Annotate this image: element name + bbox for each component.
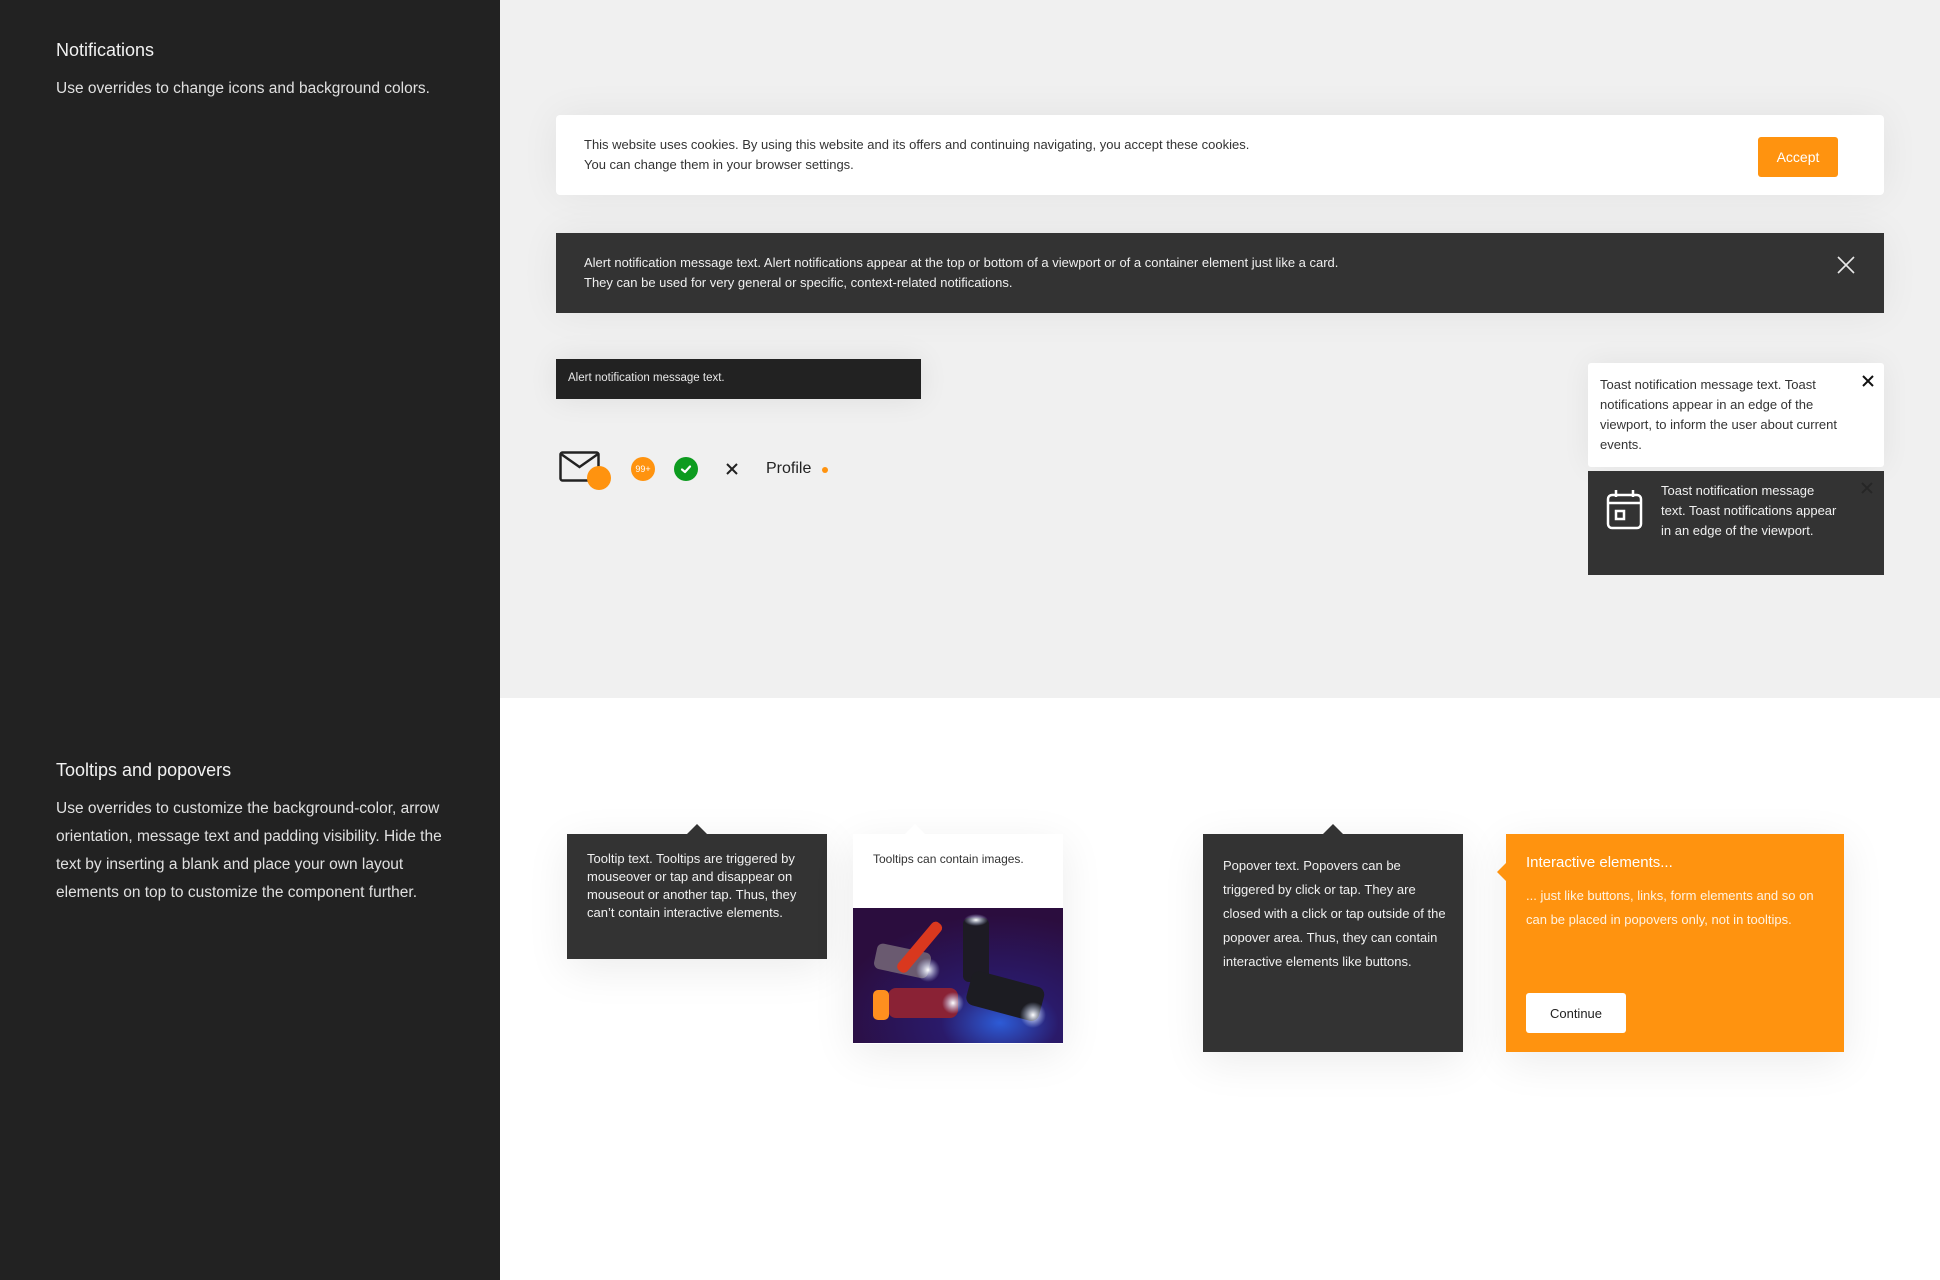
cookie-message: This website uses cookies. By using this…: [584, 135, 1249, 175]
alert-message-line: They can be used for very general or spe…: [584, 275, 1013, 290]
section-title: Notifications: [56, 40, 155, 60]
toast-message: Toast notification message text. Toast n…: [1661, 483, 1837, 538]
count-badge: 99+: [631, 457, 655, 481]
cookie-message-line: You can change them in your browser sett…: [584, 157, 854, 172]
notifications-section-info: Notifications Use overrides to change ic…: [56, 40, 456, 103]
bike-lights-image: [853, 908, 1063, 1043]
section-description: Use overrides to customize the backgroun…: [56, 800, 442, 901]
notification-dot: [587, 466, 611, 490]
popover-message: Popover text. Popovers can be triggered …: [1223, 858, 1446, 969]
popover-dark: Popover text. Popovers can be triggered …: [1203, 824, 1463, 1052]
alert-message-line: Alert notification message text. Alert n…: [584, 255, 1339, 270]
toast-dark: Toast notification message text. Toast n…: [1588, 471, 1884, 575]
tooltip-message: Tooltip text. Tooltips are triggered by …: [587, 851, 797, 920]
alert-message: Alert notification message text. Alert n…: [584, 253, 1338, 293]
popover-orange: Interactive elements... ... just like bu…: [1497, 834, 1844, 1052]
toast-light: Toast notification message text. Toast n…: [1588, 363, 1884, 467]
alert-small: Alert notification message text.: [556, 359, 921, 399]
cookie-banner: This website uses cookies. By using this…: [556, 115, 1884, 195]
profile-notification-dot: [822, 467, 828, 473]
toast-message: Toast notification message text. Toast n…: [1600, 377, 1838, 452]
close-icon[interactable]: [720, 457, 744, 481]
tooltips-section-info: Tooltips and popovers Use overrides to c…: [56, 760, 456, 907]
close-icon[interactable]: [1834, 253, 1858, 277]
tooltip-with-image: Tooltips can contain images.: [853, 824, 1063, 1044]
notifications-canvas: [500, 0, 1940, 698]
profile-link[interactable]: Profile: [766, 457, 811, 481]
close-icon[interactable]: [1860, 481, 1874, 495]
tooltip-dark: Tooltip text. Tooltips are triggered by …: [567, 824, 827, 959]
sidebar: Notifications Use overrides to change ic…: [0, 0, 500, 1280]
check-icon: [674, 457, 698, 481]
section-title: Tooltips and popovers: [56, 760, 232, 780]
close-icon[interactable]: [1860, 373, 1876, 389]
alert-banner: Alert notification message text. Alert n…: [556, 233, 1884, 313]
accept-button[interactable]: Accept: [1758, 137, 1838, 177]
tooltip-message: Tooltips can contain images.: [873, 852, 1024, 866]
popover-message: ... just like buttons, links, form eleme…: [1526, 888, 1814, 927]
alert-small-message: Alert notification message text.: [568, 372, 725, 384]
cookie-message-line: This website uses cookies. By using this…: [584, 137, 1250, 152]
calendar-icon: [1606, 488, 1644, 530]
popover-title: Interactive elements...: [1526, 854, 1673, 871]
continue-button[interactable]: Continue: [1526, 993, 1626, 1033]
section-description: Use overrides to change icons and backgr…: [56, 80, 430, 97]
